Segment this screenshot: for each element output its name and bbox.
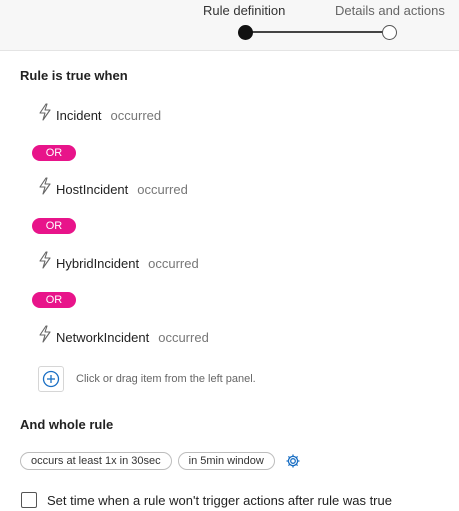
add-item-button[interactable] (38, 366, 64, 392)
lightning-bolt-icon (39, 325, 51, 343)
suppress-time-option[interactable]: Set time when a rule won't trigger actio… (21, 492, 392, 508)
plus-circle-icon (42, 370, 60, 388)
step-inactive-dot[interactable] (382, 25, 397, 40)
step-active-dot[interactable] (238, 25, 253, 40)
event-item-incident[interactable]: Incident occurred (38, 103, 162, 126)
event-state: occurred (137, 181, 188, 197)
lightning-bolt-icon (39, 103, 51, 121)
frequency-chip[interactable]: occurs at least 1x in 30sec (20, 452, 172, 470)
add-item-hint: Click or drag item from the left panel. (76, 373, 256, 385)
add-item-row: Click or drag item from the left panel. (38, 366, 256, 392)
stepper: Rule definition Details and actions (0, 0, 459, 51)
event-name: NetworkIncident (56, 329, 150, 345)
event-name: HostIncident (56, 181, 129, 197)
lightning-bolt-icon (39, 177, 51, 195)
event-state: occurred (110, 107, 162, 123)
event-state: occurred (148, 255, 199, 271)
whole-rule-title: And whole rule (20, 417, 114, 432)
whole-rule-conditions: occurs at least 1x in 30sec in 5min wind… (20, 452, 301, 470)
event-name: Incident (56, 107, 102, 123)
or-operator-badge[interactable]: OR (32, 145, 76, 161)
step-rule-definition[interactable]: Rule definition (203, 3, 285, 18)
rule-section-title: Rule is true when (20, 68, 128, 83)
event-item-hostincident[interactable]: HostIncident occurred (38, 177, 188, 200)
event-name: HybridIncident (56, 255, 140, 271)
stepper-connector (246, 31, 390, 33)
or-operator-badge[interactable]: OR (32, 218, 76, 234)
suppress-time-checkbox[interactable] (21, 492, 37, 508)
lightning-bolt-icon (39, 251, 51, 269)
gear-icon[interactable] (285, 453, 301, 469)
event-state: occurred (158, 329, 209, 345)
step-details-and-actions[interactable]: Details and actions (335, 3, 445, 18)
event-item-hybridincident[interactable]: HybridIncident occurred (38, 251, 199, 274)
suppress-time-label: Set time when a rule won't trigger actio… (47, 492, 392, 508)
window-chip[interactable]: in 5min window (177, 452, 275, 470)
or-operator-badge[interactable]: OR (32, 292, 76, 308)
event-item-networkincident[interactable]: NetworkIncident occurred (38, 325, 209, 348)
rule-editor: Rule definition Details and actions Rule… (0, 0, 459, 511)
